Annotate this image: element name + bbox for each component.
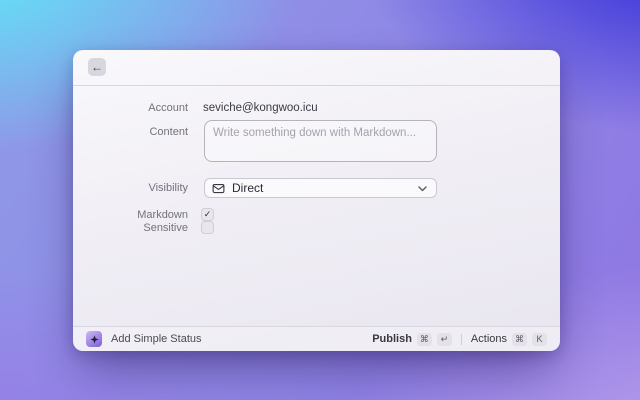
visibility-label: Visibility [148,182,188,194]
account-label: Account [148,102,188,114]
raycast-window: ← Account seviche@kongwoo.icu Content Vi… [73,50,560,351]
visibility-dropdown[interactable]: Direct [204,178,437,198]
footer-separator [460,333,462,345]
publish-label: Publish [372,333,412,345]
content-input[interactable] [204,120,437,162]
extension-app-icon [86,331,102,347]
checkmark-icon: ✓ [203,209,212,219]
actions-label: Actions [470,333,507,345]
return-key-badge: ↵ [436,332,452,346]
account-value: seviche@kongwoo.icu [203,102,318,114]
sparkle-icon [89,334,99,344]
cmd-key-badge: ⌘ [512,332,527,346]
actions-button[interactable]: Actions ⌘ K [470,332,547,346]
window-footer: Add Simple Status Publish ⌘ ↵ Actions ⌘ … [73,326,560,351]
chevron-down-icon [418,186,427,192]
visibility-value: Direct [232,181,264,195]
window-header: ← [73,50,560,86]
k-key-badge: K [532,332,547,346]
sensitive-checkbox[interactable] [201,221,214,234]
back-arrow-icon: ← [91,60,103,74]
envelope-icon [212,183,225,193]
publish-button[interactable]: Publish ⌘ ↵ [372,332,452,346]
command-title: Add Simple Status [111,333,202,345]
desktop-background: ← Account seviche@kongwoo.icu Content Vi… [0,0,640,400]
footer-actions: Publish ⌘ ↵ Actions ⌘ K [372,332,547,346]
footer-app-info: Add Simple Status [86,331,202,347]
content-label: Content [149,126,188,138]
cmd-key-badge: ⌘ [416,332,432,346]
back-button[interactable]: ← [88,58,106,76]
markdown-checkbox[interactable]: ✓ [201,208,214,221]
sensitive-label: Sensitive [143,222,188,234]
markdown-label: Markdown [137,209,188,221]
